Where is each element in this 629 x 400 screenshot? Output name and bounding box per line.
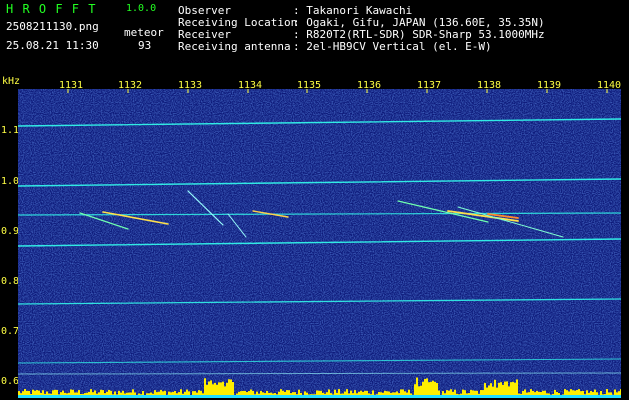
y-tick-label: 0.8 <box>1 276 20 287</box>
filename: 2508211130.png <box>6 20 99 33</box>
antenna-value: : 2el-HB9CV Vertical (el. E-W) <box>293 40 492 53</box>
antenna-label: Receiving antenna <box>178 40 291 53</box>
observer-label: Observer <box>178 4 231 17</box>
y-tick-label: 0.9 <box>1 226 20 237</box>
location-value: : Ogaki, Gifu, JAPAN (136.60E, 35.35N) <box>293 16 545 29</box>
location-label: Receiving Location <box>178 16 298 29</box>
y-tick-label: 1.1 <box>1 125 20 136</box>
observer-value: : Takanori Kawachi <box>293 4 413 17</box>
app-version: 1.0.0 <box>126 3 157 14</box>
receiver-value: : R820T2(RTL-SDR) SDR-Sharp 53.1000MHz <box>293 28 545 41</box>
plot-noise <box>18 89 621 398</box>
y-tick-label: 1.0 <box>1 176 20 187</box>
baseline-strip <box>18 395 621 398</box>
y-tick-label: 0.6 <box>1 376 20 387</box>
datetime: 25.08.21 11:30 <box>6 39 99 52</box>
y-axis-unit: kHz <box>2 76 21 87</box>
hrofft-window: H R O F F T 1.0.0 2508211130.png meteor … <box>0 0 629 400</box>
detector-label: meteor <box>124 26 164 39</box>
detector-count: 93 <box>138 39 152 52</box>
strength-bar <box>416 377 418 398</box>
spectrogram-plot <box>18 89 621 398</box>
app-title: H R O F F T <box>6 2 97 16</box>
receiver-label: Receiver <box>178 28 231 41</box>
y-tick-label: 0.7 <box>1 326 20 337</box>
